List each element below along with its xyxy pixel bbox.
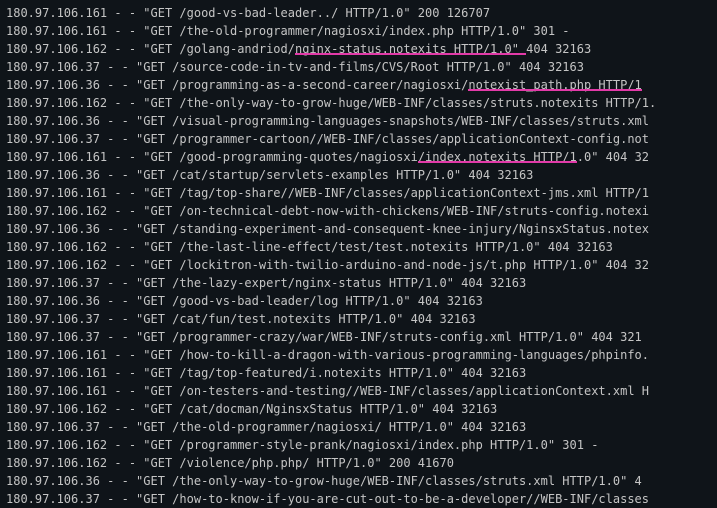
log-line: 180.97.106.162 - - "GET /cat/docman/Ngin… xyxy=(6,400,711,418)
log-line: 180.97.106.36 - - "GET /visual-programmi… xyxy=(6,112,711,130)
log-line: 180.97.106.37 - - "GET /the-old-programm… xyxy=(6,418,711,436)
log-line-pre: 180.97.106.36 - - "GET /programming-as-a… xyxy=(6,78,468,92)
log-line: 180.97.106.161 - - "GET /good-vs-bad-lea… xyxy=(6,4,711,22)
log-line: 180.97.106.162 - - "GET /on-technical-de… xyxy=(6,202,711,220)
log-line: 180.97.106.36 - - "GET /cat/startup/serv… xyxy=(6,166,711,184)
log-line: 180.97.106.37 - - "GET /how-to-know-if-y… xyxy=(6,490,711,508)
log-line: 180.97.106.37 - - "GET /cat/fun/test.not… xyxy=(6,310,711,328)
log-line: 180.97.106.36 - - "GET /programming-as-a… xyxy=(6,76,711,94)
log-line: 180.97.106.161 - - "GET /how-to-kill-a-d… xyxy=(6,346,711,364)
log-line: 180.97.106.37 - - "GET /programmer-crazy… xyxy=(6,328,711,346)
log-line-highlight: nginx-status.notexits HTTP/1.0" xyxy=(295,42,526,56)
log-line: 180.97.106.162 - - "GET /the-only-way-to… xyxy=(6,94,711,112)
log-line: 180.97.106.161 - - "GET /on-testers-and-… xyxy=(6,382,711,400)
log-line-post: .0" 404 32 xyxy=(577,150,649,164)
log-line-highlight: /index.notexits HTTP/1 xyxy=(418,150,577,164)
log-line: 180.97.106.161 - - "GET /good-programmin… xyxy=(6,148,711,166)
log-output: 180.97.106.161 - - "GET /good-vs-bad-lea… xyxy=(6,4,711,508)
log-line-pre: 180.97.106.162 - - "GET /golang-andriod/ xyxy=(6,42,295,56)
log-line: 180.97.106.162 - - "GET /golang-andriod/… xyxy=(6,40,711,58)
log-line: 180.97.106.36 - - "GET /good-vs-bad-lead… xyxy=(6,292,711,310)
log-line: 180.97.106.162 - - "GET /violence/php.ph… xyxy=(6,454,711,472)
log-line-post: 404 32163 xyxy=(526,42,591,56)
log-line: 180.97.106.162 - - "GET /programmer-styl… xyxy=(6,436,711,454)
log-line-highlight: notexist_path.php HTTP/1 xyxy=(468,78,641,92)
log-line: 180.97.106.162 - - "GET /the-last-line-e… xyxy=(6,238,711,256)
log-line: 180.97.106.36 - - "GET /the-only-way-to-… xyxy=(6,472,711,490)
log-line: 180.97.106.161 - - "GET /tag/top-feature… xyxy=(6,364,711,382)
log-line: 180.97.106.37 - - "GET /programmer-carto… xyxy=(6,130,711,148)
log-line-pre: 180.97.106.161 - - "GET /good-programmin… xyxy=(6,150,418,164)
log-line: 180.97.106.37 - - "GET /source-code-in-t… xyxy=(6,58,711,76)
log-line: 180.97.106.36 - - "GET /standing-experim… xyxy=(6,220,711,238)
log-line: 180.97.106.161 - - "GET /tag/top-share//… xyxy=(6,184,711,202)
log-line: 180.97.106.161 - - "GET /the-old-program… xyxy=(6,22,711,40)
log-line: 180.97.106.37 - - "GET /the-lazy-expert/… xyxy=(6,274,711,292)
log-line: 180.97.106.162 - - "GET /lockitron-with-… xyxy=(6,256,711,274)
